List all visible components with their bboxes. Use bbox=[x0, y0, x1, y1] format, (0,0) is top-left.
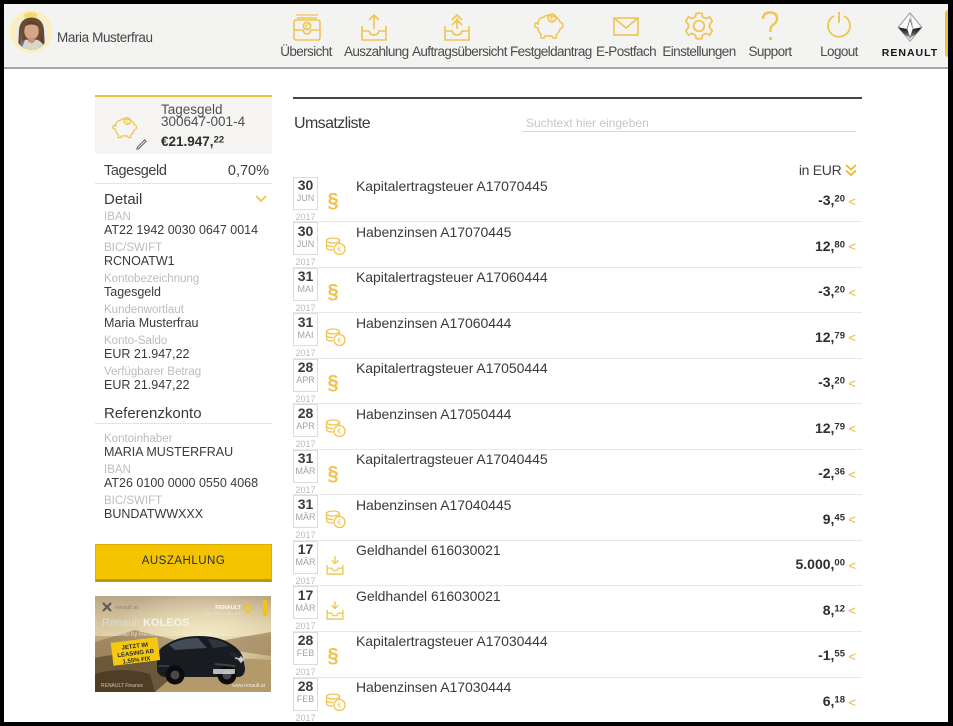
svg-text:€: € bbox=[337, 336, 342, 345]
svg-text:€: € bbox=[337, 700, 342, 709]
svg-text:€: € bbox=[337, 427, 342, 436]
svg-text:Crossover by Renault: Crossover by Renault bbox=[102, 632, 160, 638]
svg-text:PASSION FOR LIFE: PASSION FOR LIFE bbox=[204, 611, 241, 616]
svg-text:RENAULT Finance: RENAULT Finance bbox=[101, 683, 143, 689]
svg-text:Renault KOLEOS: Renault KOLEOS bbox=[102, 617, 189, 629]
svg-text:www.renault.at: www.renault.at bbox=[232, 683, 265, 689]
svg-text:€: € bbox=[126, 120, 130, 126]
svg-text:€: € bbox=[550, 16, 554, 23]
svg-text:€: € bbox=[305, 24, 309, 31]
svg-text:renault.at: renault.at bbox=[115, 605, 138, 611]
svg-text:€: € bbox=[337, 518, 342, 527]
svg-text:€: € bbox=[337, 245, 342, 254]
